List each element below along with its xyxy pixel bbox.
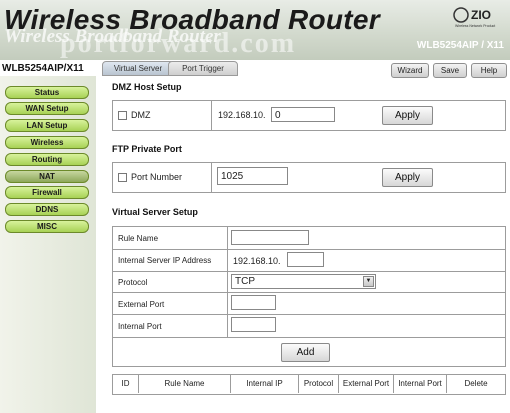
rule-name-input[interactable] [231, 230, 309, 245]
divider [227, 227, 228, 337]
protocol-select[interactable]: TCP ▼ [231, 274, 376, 289]
column-header-internal-ip: Internal IP [231, 375, 299, 393]
column-header-rule-name: Rule Name [139, 375, 231, 393]
divider [211, 101, 212, 130]
main-panel: DMZ Host Setup DMZ 192.168.10. 0 Apply F… [100, 74, 508, 413]
port-number-checkbox[interactable] [118, 173, 127, 183]
sidebar-item-nat[interactable]: NAT [5, 170, 89, 183]
internal-port-input[interactable] [231, 317, 276, 332]
external-port-label: External Port [118, 300, 165, 309]
sidebar: Status WAN Setup LAN Setup Wireless Rout… [0, 76, 96, 413]
sidebar-item-lan-setup[interactable]: LAN Setup [5, 119, 89, 132]
chevron-down-icon[interactable]: ▼ [363, 276, 374, 287]
internal-ip-input[interactable] [287, 252, 324, 267]
dmz-apply-button[interactable]: Apply [382, 106, 433, 125]
divider [211, 163, 212, 192]
virtual-server-section-title: Virtual Server Setup [112, 207, 198, 217]
virtual-server-form: Rule Name Internal Server IP Address 192… [112, 226, 506, 367]
internal-ip-prefix: 192.168.10. [233, 256, 281, 266]
sidebar-item-wan-setup[interactable]: WAN Setup [5, 102, 89, 115]
rules-table: ID Rule Name Internal IP Protocol Extern… [112, 374, 506, 395]
svg-text:ZIO: ZIO [471, 8, 491, 22]
model-label: WLB5254AIP/X11 [2, 63, 84, 74]
column-header-delete: Delete [464, 379, 488, 388]
ftp-box: Port Number 1025 Apply [112, 162, 506, 193]
external-port-input[interactable] [231, 295, 276, 310]
column-header-internal-port: Internal Port [394, 375, 447, 393]
zio-logo: ZIO Wireless Network Product [452, 6, 504, 30]
dmz-ip-input[interactable]: 0 [271, 107, 335, 122]
sidebar-item-firewall[interactable]: Firewall [5, 186, 89, 199]
column-header-protocol: Protocol [299, 375, 339, 393]
svg-text:Wireless Network Product: Wireless Network Product [455, 24, 495, 28]
internal-port-label: Internal Port [118, 322, 162, 331]
column-header-id: ID [113, 375, 139, 393]
dmz-checkbox[interactable] [118, 111, 127, 121]
ftp-section-title: FTP Private Port [112, 144, 182, 154]
sidebar-item-routing[interactable]: Routing [5, 153, 89, 166]
sidebar-item-status[interactable]: Status [5, 86, 89, 99]
rule-name-label: Rule Name [118, 234, 159, 243]
sidebar-item-misc[interactable]: MISC [5, 220, 89, 233]
header-banner: portforward.com Wireless Broadband Route… [0, 0, 510, 60]
dmz-label: DMZ [131, 110, 151, 120]
sidebar-item-ddns[interactable]: DDNS [5, 203, 89, 216]
internal-ip-label: Internal Server IP Address [118, 256, 212, 265]
add-rule-button[interactable]: Add [281, 343, 330, 362]
router-title-reflection: Wireless Broadband Router [4, 26, 221, 47]
protocol-label: Protocol [118, 278, 148, 287]
protocol-value: TCP [235, 276, 255, 287]
dmz-section-title: DMZ Host Setup [112, 82, 182, 92]
column-header-external-port: External Port [339, 375, 394, 393]
dmz-box: DMZ 192.168.10. 0 Apply [112, 100, 506, 131]
dmz-ip-prefix: 192.168.10. [218, 110, 266, 120]
sidebar-item-wireless[interactable]: Wireless [5, 136, 89, 149]
model-label-header: WLB5254AIP / X11 [416, 40, 504, 51]
ftp-port-input[interactable]: 1025 [217, 167, 288, 185]
port-number-label: Port Number [131, 172, 183, 182]
ftp-apply-button[interactable]: Apply [382, 168, 433, 187]
